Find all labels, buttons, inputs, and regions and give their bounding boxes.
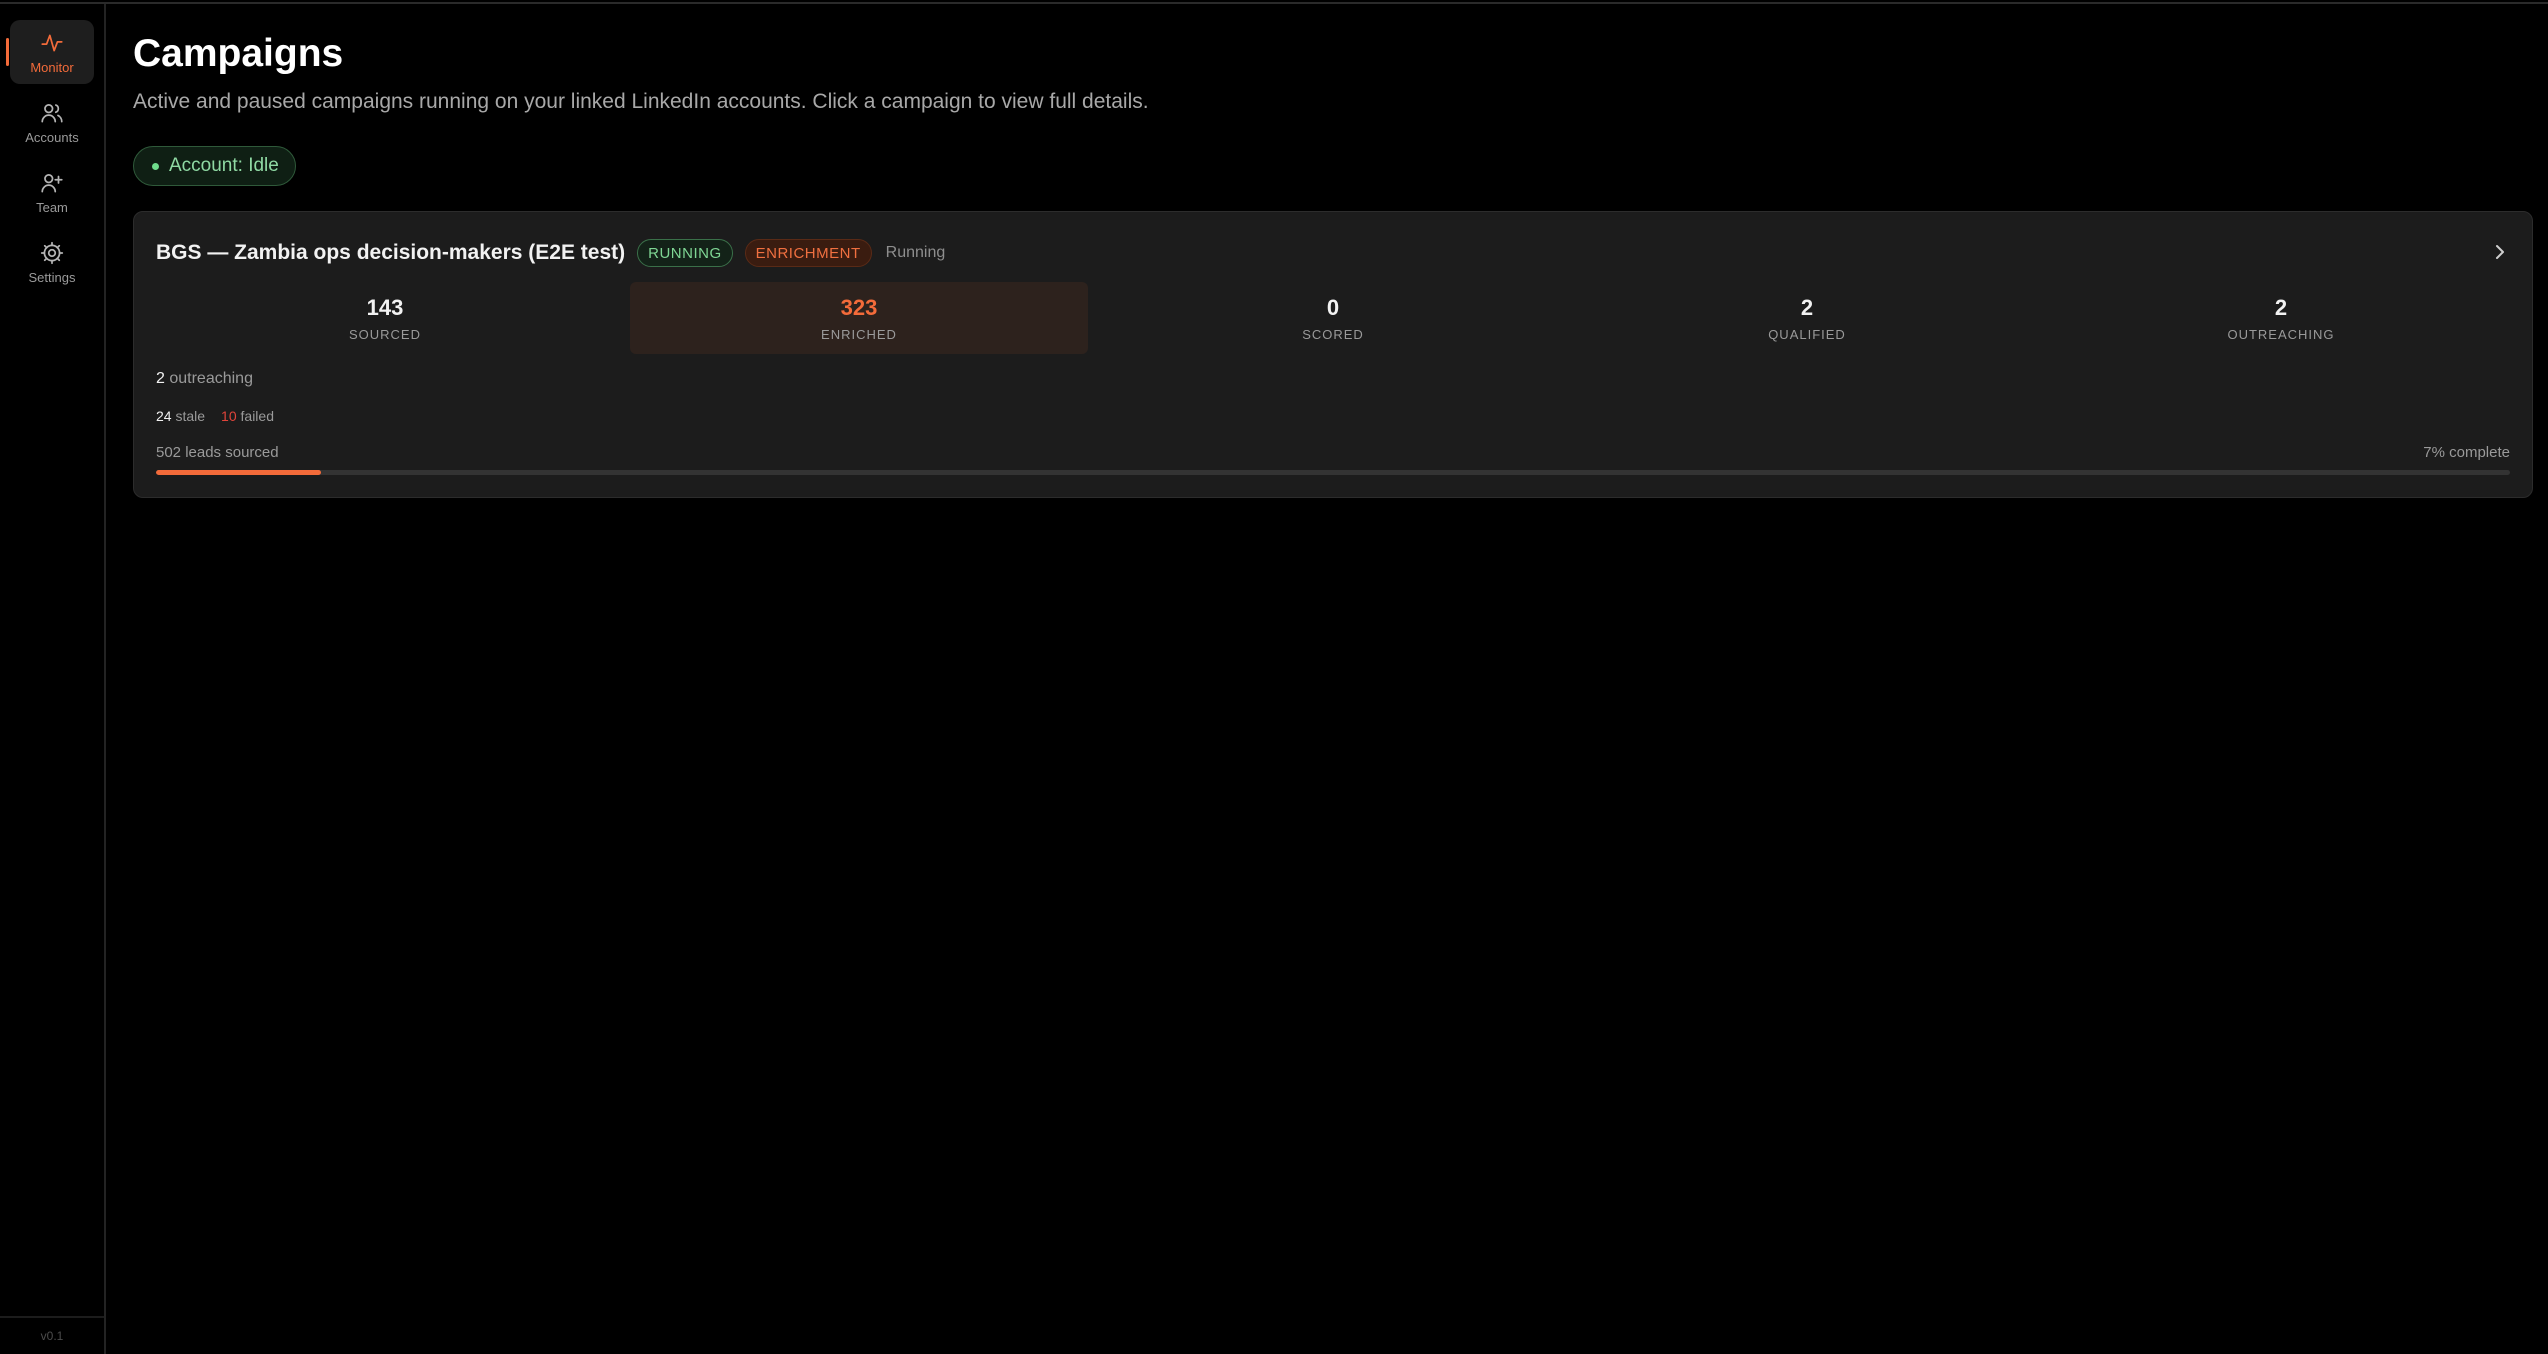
campaign-header: BGS — Zambia ops decision-makers (E2E te… [156,238,945,268]
activity-icon [39,30,65,56]
stat-label: SCORED [1302,326,1364,342]
stale-count: 24 [156,408,172,424]
stat-value: 0 [1326,294,1340,320]
account-status-label: Account: Idle [169,155,279,176]
progress-labels: 502 leads sourced 7% complete [156,444,2510,464]
sidebar-item-label: Accounts [25,129,79,145]
stat-label: QUALIFIED [1768,326,1846,342]
user-plus-icon [39,170,65,196]
stat-value: 2 [1800,294,1814,320]
stat-label: OUTREACHING [2227,326,2335,342]
stale-label: stale [171,408,206,424]
stat-label: SOURCED [348,326,421,342]
outreaching-label: outreaching [164,370,253,387]
progress-bar-fill [156,470,321,475]
page-subtitle: Active and paused campaigns running on y… [133,90,1149,113]
stat-scored: 0 SCORED [1104,282,1562,354]
stat-label: ENRICHED [821,326,897,342]
stat-enriched: 323 ENRICHED [630,282,1088,354]
sidebar-item-monitor[interactable]: Monitor [6,20,94,84]
failed-label: failed [236,408,274,424]
page-title: Campaigns [133,32,344,75]
sidebar-item-settings[interactable]: Settings [10,230,94,294]
chevron-right-icon[interactable] [2490,242,2510,262]
failed-count: 10 [221,408,237,424]
running-badge: RUNNING [637,239,733,267]
sidebar: Monitor Accounts Team Settings v0.1 [0,4,106,1354]
campaign-status-text: Running [885,244,946,261]
stale-summary: 24 stale [156,408,205,424]
active-indicator [6,38,9,66]
campaign-stats: 143 SOURCED 323 ENRICHED 0 SCORED 2 QUAL… [156,282,2510,354]
status-dot-icon [152,162,159,170]
version-label: v0.1 [0,1316,104,1354]
campaign-card[interactable]: BGS — Zambia ops decision-makers (E2E te… [133,211,2533,498]
sidebar-item-label: Settings [28,269,76,285]
stat-outreaching: 2 OUTREACHING [2052,282,2510,354]
progress-bar [156,470,2510,475]
account-status-badge: Account: Idle [133,146,296,186]
sidebar-item-label: Monitor [30,59,74,75]
outreaching-summary: 2 outreaching [156,370,253,388]
app-window: Monitor Accounts Team Settings v0.1 Camp… [0,0,2548,1354]
stat-qualified: 2 QUALIFIED [1578,282,2036,354]
campaign-name: BGS — Zambia ops decision-makers (E2E te… [156,241,626,264]
stat-value: 323 [840,294,878,320]
outreaching-count: 2 [156,370,165,387]
leads-sourced-text: 502 leads sourced [156,444,279,461]
gear-icon [39,240,65,266]
stat-value: 143 [366,294,404,320]
sidebar-item-accounts[interactable]: Accounts [10,90,94,154]
sidebar-item-team[interactable]: Team [10,160,94,224]
stat-value: 2 [2274,294,2288,320]
lead-health-summary: 24 stale 10 failed [156,408,274,424]
stat-sourced: 143 SOURCED [156,282,614,354]
users-icon [39,100,65,126]
stage-badge: ENRICHMENT [744,239,872,267]
complete-percent-text: 7% complete [2423,444,2510,461]
sidebar-item-label: Team [36,199,68,215]
top-border [0,0,2548,4]
failed-summary: 10 failed [221,408,274,424]
